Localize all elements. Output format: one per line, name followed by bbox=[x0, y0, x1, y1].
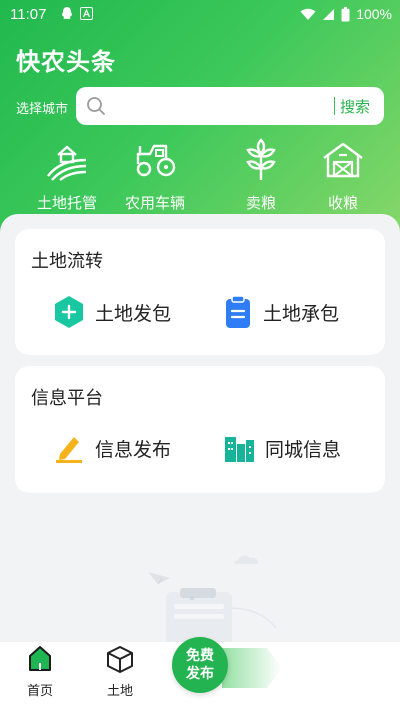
wheat-icon bbox=[246, 138, 276, 180]
search-icon bbox=[87, 97, 105, 115]
cube-icon bbox=[107, 646, 133, 673]
publish-info-label: 信息发布 bbox=[95, 438, 172, 461]
home-icon bbox=[29, 646, 51, 671]
battery-level: 100% bbox=[356, 6, 392, 22]
plus-hexagon-icon bbox=[55, 296, 83, 328]
local-info-button[interactable]: 同城信息 bbox=[223, 432, 341, 464]
category-farm-vehicles[interactable]: 农用车辆 bbox=[110, 136, 200, 213]
app-title: 快农头条 bbox=[16, 48, 116, 76]
search-button[interactable]: 搜索 bbox=[340, 96, 370, 117]
city-selector[interactable]: 选择城市 bbox=[16, 98, 68, 117]
qq-notification-icon bbox=[62, 7, 72, 19]
land-contract-button[interactable]: 土地承包 bbox=[223, 295, 339, 329]
nav-land[interactable]: 土地 bbox=[95, 644, 145, 699]
search-bar: 搜索 bbox=[76, 87, 384, 125]
nav-home[interactable]: 首页 bbox=[15, 644, 65, 699]
clipboard-icon bbox=[226, 295, 250, 328]
tractor-icon bbox=[136, 144, 176, 177]
land-release-button[interactable]: 土地发包 bbox=[53, 295, 171, 329]
category-sell-grain[interactable]: 卖粮 bbox=[216, 136, 306, 213]
category-label: 卖粮 bbox=[245, 194, 276, 212]
info-platform-card: 信息平台 信息发布 同城信息 bbox=[15, 366, 385, 493]
fab-label-line1: 免费 bbox=[186, 648, 214, 664]
card-title: 土地流转 bbox=[31, 251, 103, 272]
category-land-trusteeship[interactable]: 土地托管 bbox=[22, 136, 112, 213]
land-release-label: 土地发包 bbox=[95, 302, 172, 325]
category-label: 农用车辆 bbox=[124, 194, 185, 212]
free-publish-button[interactable]: 免费 发布 bbox=[172, 637, 228, 693]
battery-icon bbox=[341, 6, 350, 21]
search-divider bbox=[334, 97, 335, 115]
local-info-label: 同城信息 bbox=[265, 438, 342, 461]
wifi-icon bbox=[300, 8, 316, 20]
category-label: 收粮 bbox=[327, 194, 358, 212]
nav-land-label: 土地 bbox=[106, 684, 133, 699]
barn-icon bbox=[323, 142, 363, 178]
pencil-icon bbox=[56, 437, 82, 463]
city-buildings-icon bbox=[225, 437, 254, 462]
farmland-icon bbox=[47, 145, 87, 181]
category-row: 土地托管 农用车辆 卖粮 收粮 bbox=[0, 136, 400, 214]
status-time: 11:07 bbox=[10, 6, 47, 23]
search-input[interactable] bbox=[112, 95, 332, 117]
publish-info-button[interactable]: 信息发布 bbox=[53, 432, 171, 464]
land-contract-label: 土地承包 bbox=[263, 302, 340, 325]
status-bar: 11:07 100% bbox=[0, 0, 400, 28]
category-buy-grain[interactable]: 收粮 bbox=[298, 136, 388, 213]
card-title: 信息平台 bbox=[31, 388, 103, 409]
nav-home-label: 首页 bbox=[26, 684, 53, 699]
category-label: 土地托管 bbox=[36, 194, 97, 212]
empty-state-illustration bbox=[148, 555, 277, 648]
land-transfer-card: 土地流转 土地发包 土地承包 bbox=[15, 229, 385, 355]
fab-label-line2: 发布 bbox=[186, 666, 214, 682]
signal-icon bbox=[323, 8, 335, 20]
app-notification-icon bbox=[80, 6, 93, 20]
